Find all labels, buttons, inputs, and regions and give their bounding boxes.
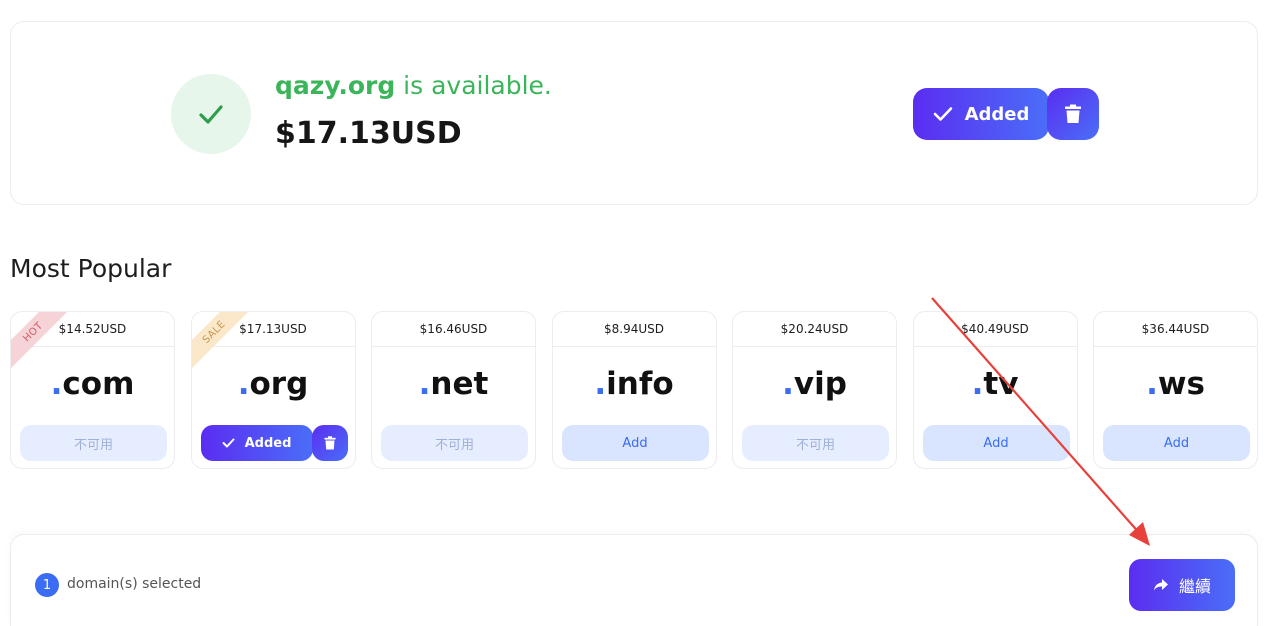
tld-price: $16.46USD <box>372 312 535 347</box>
continue-button-label: 繼續 <box>1178 577 1211 596</box>
tld-add-button[interactable]: Add <box>1103 425 1250 461</box>
trash-icon <box>1065 104 1081 123</box>
tld-add-button[interactable]: Add <box>922 425 1070 461</box>
tld-card-info: $8.94USD .info Add <box>551 311 717 469</box>
tld-name: .ws <box>1146 366 1205 402</box>
added-button[interactable]: Added <box>913 88 1049 140</box>
tld-remove-button[interactable] <box>311 425 348 461</box>
most-popular-heading: Most Popular <box>10 254 172 283</box>
availability-message: qazy.org is available. <box>275 71 552 100</box>
tld-card-ws: $36.44USD .ws Add <box>1093 311 1258 469</box>
tld-name: .vip <box>782 366 847 402</box>
tld-name: .com <box>50 366 135 402</box>
availability-status: is available. <box>395 71 552 100</box>
selected-count-badge: 1 <box>35 573 59 597</box>
tld-price: $36.44USD <box>1094 312 1257 347</box>
tld-unavailable-button: 不可用 <box>742 425 889 461</box>
available-check-icon <box>171 74 251 154</box>
selected-count-label: domain(s) selected <box>67 576 202 592</box>
added-button-label: Added <box>964 103 1030 125</box>
tld-added-button[interactable]: Added <box>200 425 313 461</box>
tld-card-org: $17.13USD SALE .org Added <box>190 311 356 469</box>
share-arrow-icon <box>1153 579 1168 591</box>
domain-result-card: qazy.org is available. $17.13USD Added <box>10 21 1258 205</box>
searched-domain: qazy.org <box>275 71 396 100</box>
tld-name: .org <box>237 366 309 402</box>
tld-card-com: $14.52USD HOT .com 不可用 <box>10 311 175 469</box>
trash-icon <box>324 436 335 450</box>
check-icon <box>933 107 952 121</box>
tld-add-button[interactable]: Add <box>561 425 709 461</box>
tld-unavailable-button: 不可用 <box>381 425 528 461</box>
tld-price: $8.94USD <box>552 312 716 347</box>
tld-card-vip: $20.24USD .vip 不可用 <box>732 311 897 469</box>
tld-card-tv: $40.49USD .tv Add <box>912 311 1078 469</box>
remove-domain-button[interactable] <box>1047 88 1099 140</box>
tld-name: .net <box>418 366 489 402</box>
popular-tld-grid: $14.52USD HOT .com 不可用 $17.13USD SALE .o… <box>10 311 1258 471</box>
tld-added-label: Added <box>244 435 292 451</box>
domain-price: $17.13USD <box>275 116 462 151</box>
tld-card-net: $16.46USD .net 不可用 <box>371 311 536 469</box>
tld-price: $40.49USD <box>913 312 1077 347</box>
check-icon <box>222 438 235 448</box>
selection-footer: 1 domain(s) selected 繼續 <box>10 534 1258 626</box>
tld-price: $20.24USD <box>733 312 896 347</box>
continue-button[interactable]: 繼續 <box>1129 559 1235 611</box>
tld-unavailable-button: 不可用 <box>20 425 167 461</box>
tld-name: .tv <box>971 366 1019 402</box>
tld-name: .info <box>594 366 674 402</box>
